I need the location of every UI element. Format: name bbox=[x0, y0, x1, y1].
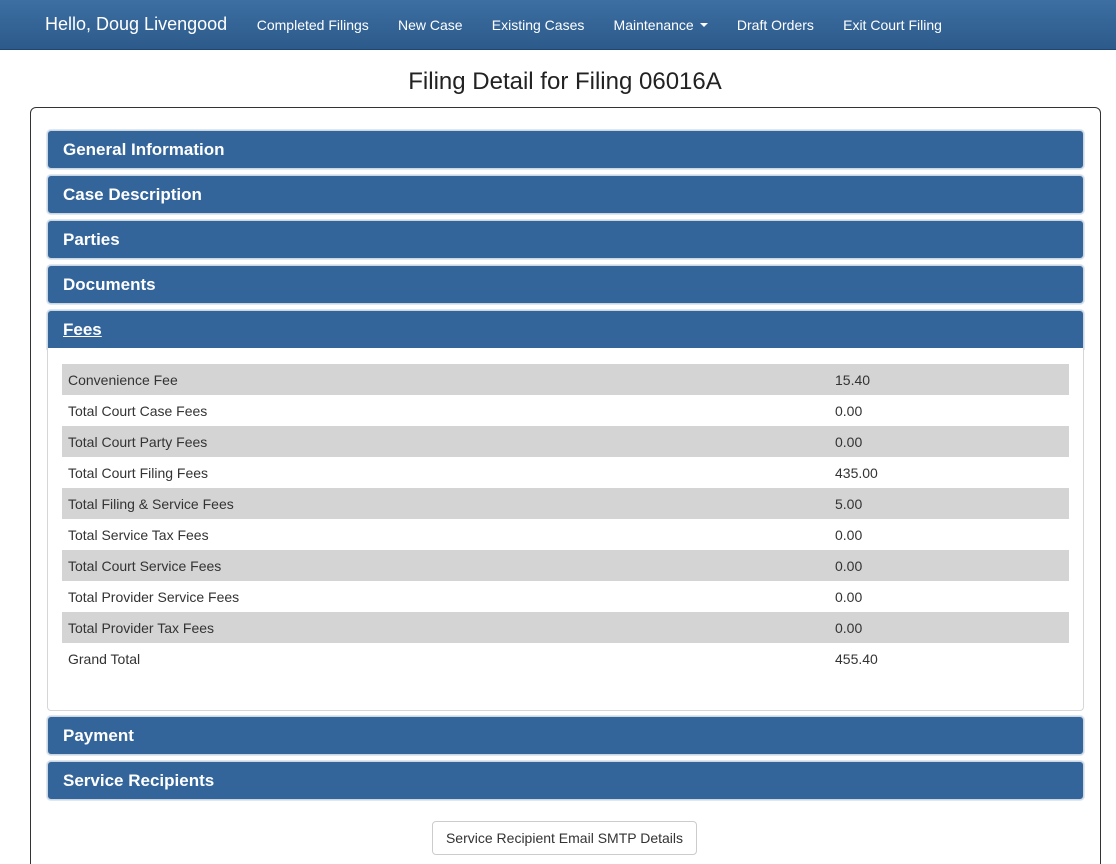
section-parties[interactable]: Parties bbox=[47, 220, 1084, 259]
caret-down-icon bbox=[699, 22, 708, 27]
top-navbar: Hello, Doug Livengood Completed Filings … bbox=[0, 0, 1116, 50]
fees-panel-body: Convenience Fee 15.40 Total Court Case Fe… bbox=[47, 348, 1084, 711]
nav-label: New Case bbox=[397, 16, 463, 33]
table-row: Total Service Tax Fees 0.00 bbox=[62, 519, 1069, 550]
nav-existing-cases[interactable]: Existing Cases bbox=[477, 0, 599, 50]
section-case-description[interactable]: Case Description bbox=[47, 175, 1084, 214]
section-documents[interactable]: Documents bbox=[47, 265, 1084, 304]
section-title: Parties bbox=[63, 230, 120, 249]
fee-label: Total Court Case Fees bbox=[68, 402, 208, 419]
nav-label: Draft Orders bbox=[736, 16, 814, 33]
section-general-information[interactable]: General Information bbox=[47, 130, 1084, 169]
nav-menu: Completed Filings New Case Existing Case… bbox=[242, 0, 956, 50]
table-row: Total Filing & Service Fees 5.00 bbox=[62, 488, 1069, 519]
fee-label: Total Provider Tax Fees bbox=[62, 612, 829, 643]
fee-label: Total Court Party Fees bbox=[62, 426, 829, 457]
fee-amount: 0.00 bbox=[835, 588, 863, 605]
nav-draft-orders[interactable]: Draft Orders bbox=[722, 0, 828, 50]
nav-new-case[interactable]: New Case bbox=[383, 0, 477, 50]
fee-label: Total Service Tax Fees bbox=[68, 526, 209, 543]
table-row: Convenience Fee 15.40 bbox=[62, 364, 1069, 395]
nav-label: Maintenance bbox=[613, 16, 694, 33]
nav-label: Completed Filings bbox=[256, 16, 369, 33]
section-title: Payment bbox=[63, 726, 134, 745]
section-payment[interactable]: Payment bbox=[47, 716, 1084, 755]
section-title: Fees bbox=[63, 320, 102, 339]
fee-amount: 15.40 bbox=[829, 364, 1069, 395]
fees-table: Convenience Fee 15.40 Total Court Case Fe… bbox=[62, 364, 1069, 674]
page-title: Filing Detail for Filing 06016A bbox=[408, 68, 722, 95]
fee-label: Total Filing & Service Fees bbox=[62, 488, 829, 519]
fee-label: Total Court Service Fees bbox=[62, 550, 829, 581]
section-fees[interactable]: Fees bbox=[47, 310, 1084, 349]
nav-maintenance-dropdown[interactable]: Maintenance bbox=[599, 0, 722, 50]
fee-amount: 5.00 bbox=[829, 488, 1069, 519]
table-row-grand-total: Grand Total 455.40 bbox=[62, 643, 1069, 674]
table-row: Total Provider Tax Fees 0.00 bbox=[62, 612, 1069, 643]
fee-label: Convenience Fee bbox=[62, 364, 829, 395]
fee-amount: 0.00 bbox=[835, 526, 863, 543]
nav-completed-filings[interactable]: Completed Filings bbox=[242, 0, 383, 50]
fee-label: Total Provider Service Fees bbox=[68, 588, 240, 605]
fee-amount: 455.40 bbox=[835, 650, 878, 667]
fee-amount: 0.00 bbox=[829, 426, 1069, 457]
fee-amount: 0.00 bbox=[829, 612, 1069, 643]
table-row: Total Court Case Fees 0.00 bbox=[62, 395, 1069, 426]
user-greeting[interactable]: Hello, Doug Livengood bbox=[0, 14, 242, 35]
nav-label: Exit Court Filing bbox=[843, 16, 942, 33]
table-row: Total Court Service Fees 0.00 bbox=[62, 550, 1069, 581]
fee-amount: 435.00 bbox=[835, 464, 878, 481]
fee-amount: 0.00 bbox=[829, 550, 1069, 581]
nav-exit-court-filing[interactable]: Exit Court Filing bbox=[829, 0, 957, 50]
section-service-recipients[interactable]: Service Recipients bbox=[47, 761, 1084, 800]
nav-label: Existing Cases bbox=[491, 16, 585, 33]
section-title: Case Description bbox=[63, 185, 202, 204]
table-row: Total Court Filing Fees 435.00 bbox=[62, 457, 1069, 488]
fee-amount: 0.00 bbox=[835, 402, 863, 419]
section-title: General Information bbox=[63, 140, 225, 159]
table-row: Total Court Party Fees 0.00 bbox=[62, 426, 1069, 457]
section-title: Documents bbox=[63, 275, 156, 294]
section-title: Service Recipients bbox=[63, 771, 215, 790]
fee-label: Grand Total bbox=[68, 650, 141, 667]
filing-detail-panel: General Information Case Description Par… bbox=[30, 107, 1101, 864]
smtp-details-button[interactable]: Service Recipient Email SMTP Details bbox=[432, 821, 697, 855]
fee-label: Total Court Filing Fees bbox=[68, 464, 209, 481]
table-row: Total Provider Service Fees 0.00 bbox=[62, 581, 1069, 612]
